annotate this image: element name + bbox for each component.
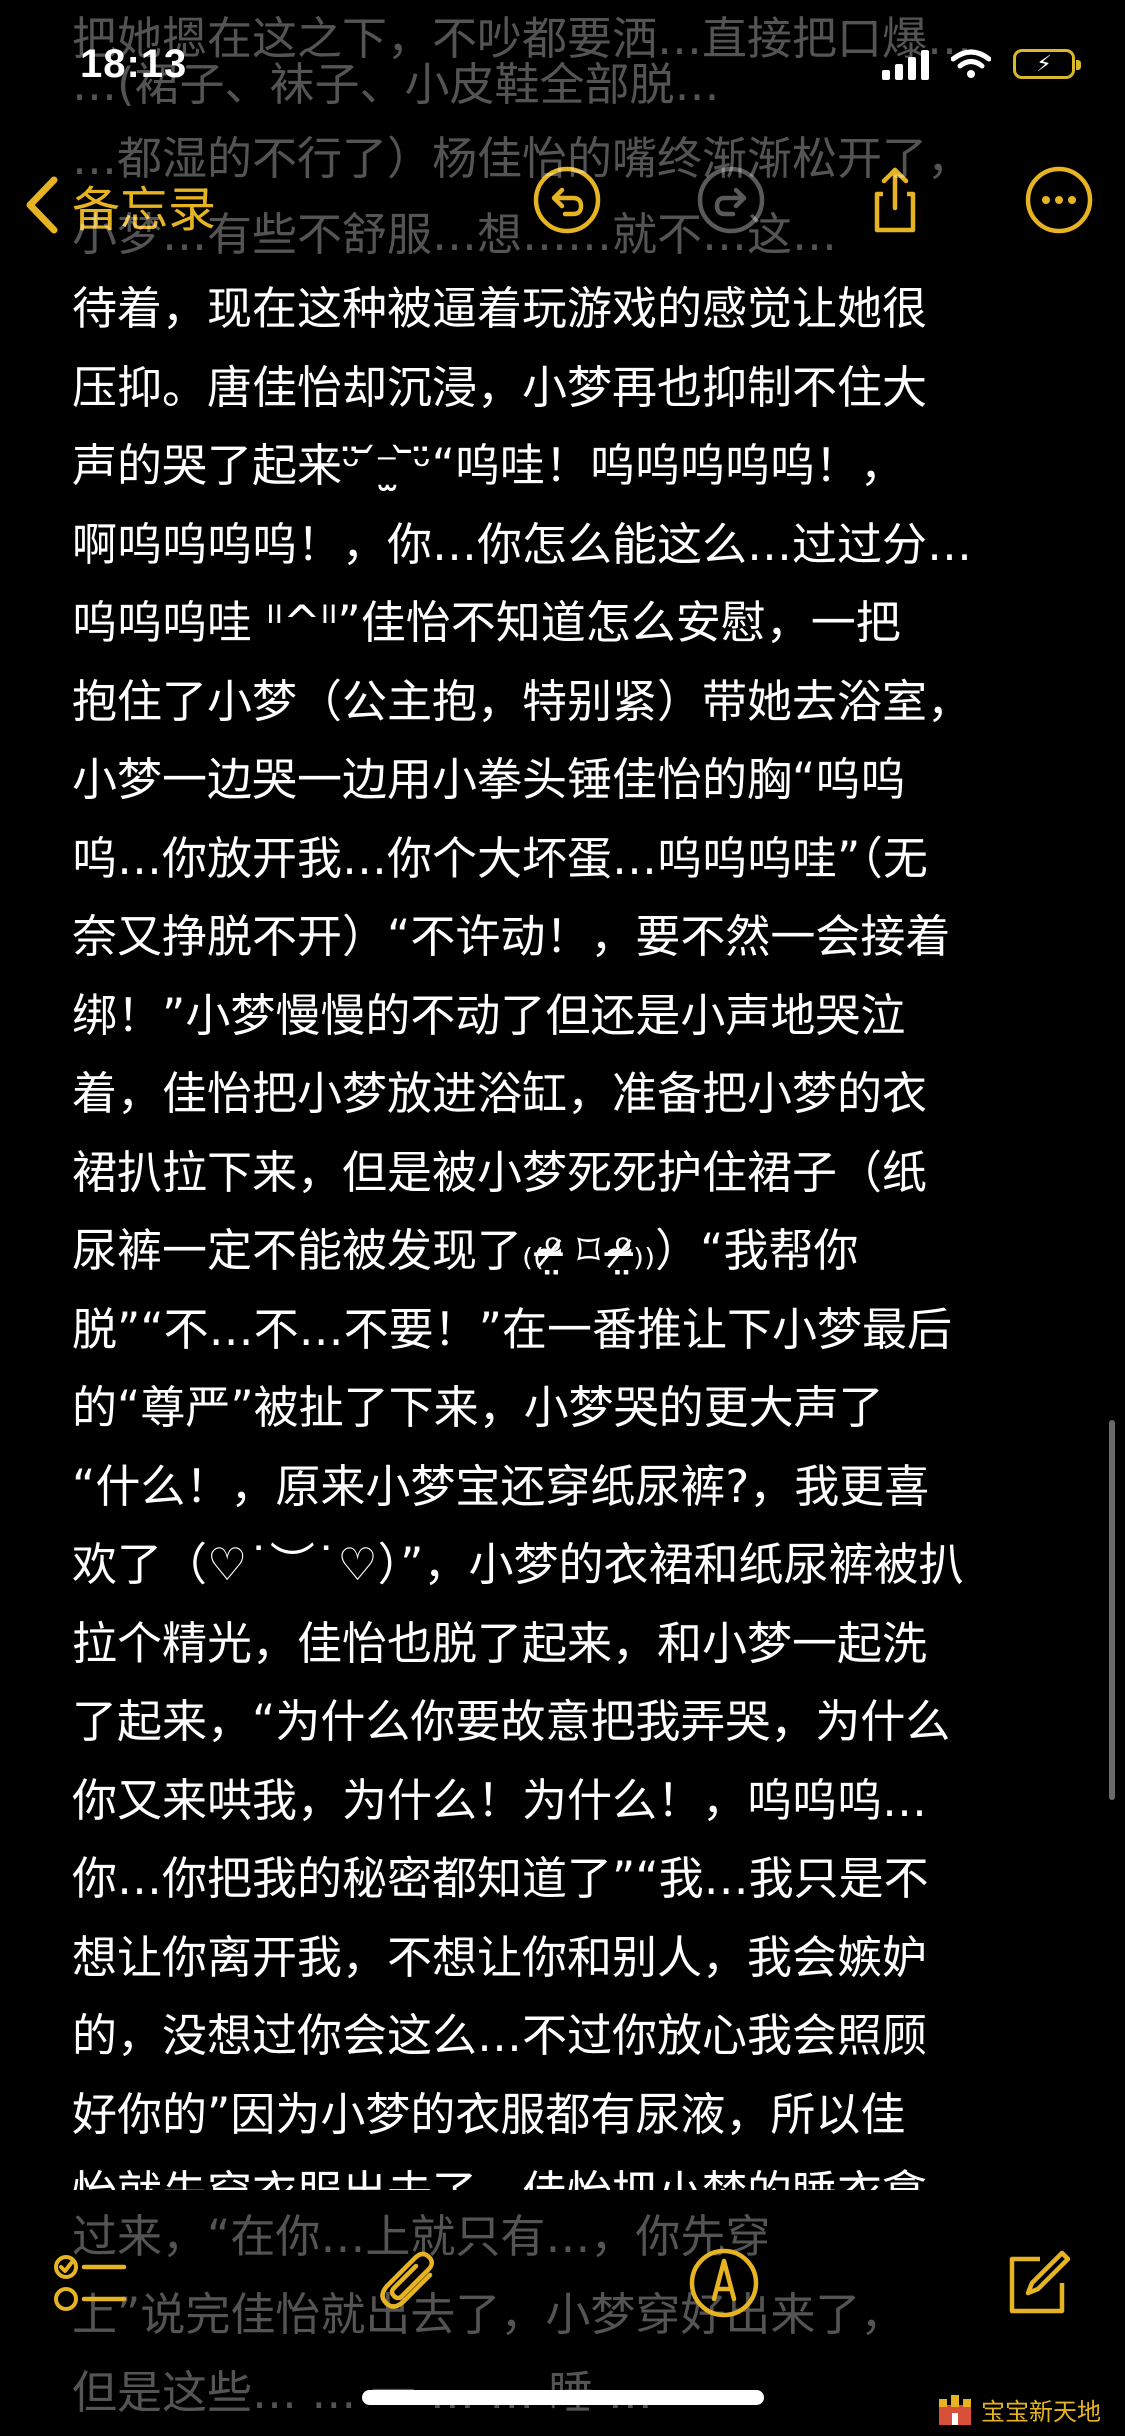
note-line: 裙扒拉下来，但是被小梦死死护住裙子（纸 [72, 1145, 928, 1199]
faded-text-line: 但是这些… … 一 … … 睡 … [72, 2366, 653, 2419]
scroll-indicator[interactable] [1109, 1420, 1115, 1800]
note-line: “什么！，原来小梦宝还穿纸尿裤?，我更喜 [72, 1459, 930, 1513]
note-line: 怡就先穿衣服出去了，佳怡把小梦的睡衣拿 [72, 2154, 1082, 2190]
note-line: 待着，现在这种被逼着玩游戏的感觉让她很 [72, 282, 928, 335]
note-line: 你又来哄我，为什么！为什么！，呜呜呜… [72, 1773, 928, 1827]
checklist-icon[interactable] [52, 2245, 128, 2321]
castle-logo-icon [939, 2394, 971, 2425]
note-line: 呜…你放开我…你个大坏蛋…呜呜呜哇”（无 [72, 831, 928, 885]
faded-text-line: 小梦…有些不舒服…想……就不…这… [72, 208, 838, 261]
note-line: 声的哭了起来ᵕ̈ ᷄⁻̫ ᷅ᵕ̈“呜哇！呜呜呜呜呜！， [72, 439, 905, 492]
note-line: 抱住了小梦（公主抱，特别紧）带她去浴室， [72, 674, 973, 728]
note-line: 了起来，“为什么你要故意把我弄哭，为什么 [72, 1695, 951, 1748]
note-line: 奈又挣脱不开）“不许动！，要不然一会接着 [72, 910, 951, 963]
note-line: 小梦一边哭一边用小拳头锤佳怡的胸“呜呜 [72, 753, 906, 806]
note-line: 欢了（♡˙︶˙♡）”，小梦的衣裙和纸尿裤被扒 [72, 1538, 964, 1591]
markup-icon[interactable] [686, 2245, 762, 2321]
note-line: 拉个精光，佳怡也脱了起来，和小梦一起洗 [72, 1616, 928, 1670]
note-body[interactable]: 待着，现在这种被逼着玩游戏的感觉让她很 压抑。唐佳怡却沉浸，小梦再也抑制不住大 … [72, 270, 1082, 2190]
bottom-toolbar [0, 2215, 1125, 2335]
note-line: 着，佳怡把小梦放进浴缸，准备把小梦的衣 [72, 1067, 928, 1120]
note-line: 压抑。唐佳怡却沉浸，小梦再也抑制不住大 [72, 360, 928, 414]
home-indicator[interactable] [362, 2390, 764, 2405]
faded-text-line: …都湿的不行了）杨佳怡的嘴终渐渐松开了， [72, 132, 973, 185]
compose-icon[interactable] [1000, 2245, 1076, 2321]
attachment-icon[interactable] [372, 2245, 448, 2321]
note-line: 呜呜呜哇 ᴵᴵ^ᴵᴵ”佳怡不知道怎么安慰，一把 [72, 596, 901, 649]
note-line: 绑！”小梦慢慢的不动了但还是小声地哭泣 [72, 988, 906, 1042]
faded-text-line: …(裙子、袜子、小皮鞋全部脱… [72, 58, 720, 111]
chevron-left-icon [26, 176, 58, 234]
note-line: 想让你离开我，不想让你和别人，我会嫉妒 [72, 1930, 928, 1984]
note-line: 的“尊严”被扯了下来，小梦哭的更大声了 [72, 1381, 884, 1434]
watermark: 宝宝新天地 [935, 2392, 1101, 2427]
note-line: 的，没想过你会这么…不过你放心我会照顾 [72, 2009, 928, 2062]
note-line: 好你的”因为小梦的衣服都有尿液，所以佳 [72, 2087, 906, 2141]
note-line: 尿裤一定不能被发现了₍₍ᵒ̴̶̷̤ ⌑ ᵒ̴̶̷̤₎₎）“我帮你 [72, 1224, 859, 1277]
watermark-text: 宝宝新天地 [981, 2398, 1101, 2426]
note-line: 你…你把我的秘密都知道了”“我…我只是不 [72, 1852, 929, 1905]
note-line: 啊呜呜呜呜！，你…你怎么能这么…过过分… [72, 517, 973, 571]
note-line: 脱”“不…不…不要！”在一番推让下小梦最后 [72, 1302, 952, 1356]
